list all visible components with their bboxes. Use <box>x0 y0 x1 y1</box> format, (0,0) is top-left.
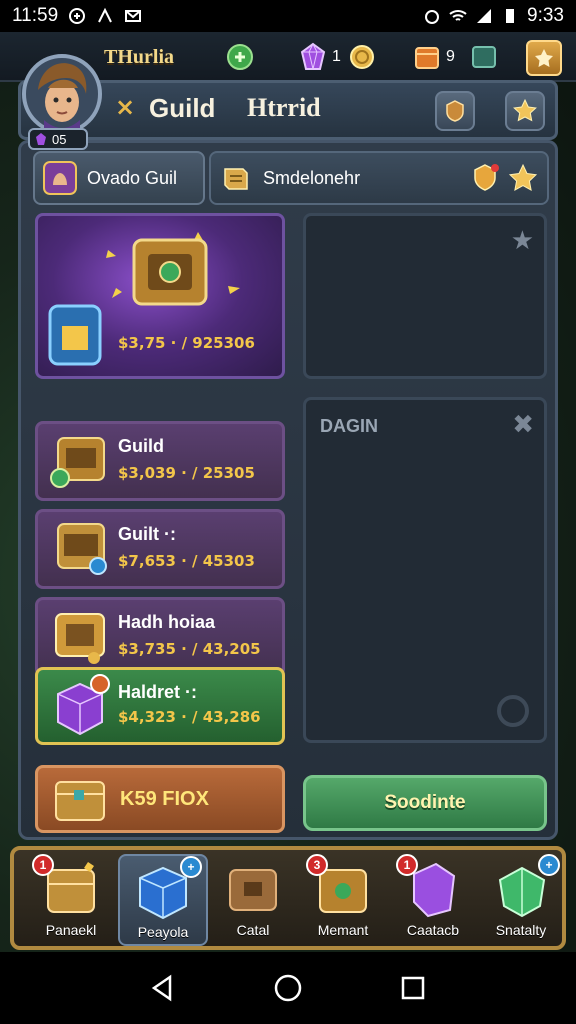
item-price: $7,653 · / 45303 <box>118 552 255 570</box>
recents-icon[interactable] <box>398 973 428 1003</box>
shop-item-card[interactable]: Hadh hoiaa $3,735 · / 43,205 <box>35 597 285 677</box>
nav-label: Memant <box>317 922 369 938</box>
favorite-star-icon[interactable] <box>507 162 539 194</box>
green-orb-icon <box>227 44 253 70</box>
shop-item-card[interactable]: Guilt ·: $7,653 · / 45303 <box>35 509 285 589</box>
slot-star-icon: ★ <box>510 226 534 256</box>
home-icon[interactable] <box>273 973 303 1003</box>
bundle-card[interactable]: K59 FIOX <box>35 765 285 833</box>
slot-lock-icon <box>497 695 529 727</box>
featured-chest-card[interactable]: $3,75 · / 925306 <box>35 213 285 379</box>
confirm-button[interactable]: Soodinte <box>303 775 547 831</box>
notification-badge: 3 <box>306 854 328 876</box>
scroll-icon <box>224 168 248 190</box>
nav-item-catal[interactable]: Catal <box>208 854 298 946</box>
guild-badge-button[interactable] <box>435 91 475 131</box>
nav-item-peayola[interactable]: Peayola + <box>118 854 208 946</box>
item-title: Guild <box>118 436 164 456</box>
nav-label: Snatalty <box>495 922 547 938</box>
shop-button[interactable] <box>526 40 562 76</box>
shop-item-card[interactable]: Guild $3,039 · / 25305 <box>35 421 285 501</box>
close-icon[interactable]: × <box>115 93 135 121</box>
level-gem-icon <box>36 133 46 145</box>
tab-smdelonehr-label: Smdelonehr <box>263 167 361 188</box>
cell-signal-icon <box>477 9 492 23</box>
notification-badge: + <box>180 856 202 878</box>
crest-icon <box>446 100 464 122</box>
star-icon <box>513 98 537 122</box>
back-icon[interactable] <box>148 973 178 1003</box>
crate-currency[interactable]: 9 <box>412 42 499 72</box>
rewards-button[interactable] <box>505 91 545 131</box>
status-clock: 9:33 <box>527 5 564 26</box>
bottom-nav: Panaekl 1 Peayola + Catal Memant 3 Caata… <box>10 846 566 950</box>
nav-item-caatacb[interactable]: Caatacb 1 <box>388 854 478 946</box>
green-currency[interactable] <box>226 42 254 72</box>
page-subtitle: Htrrid <box>247 93 321 122</box>
gold-chest-icon <box>55 613 105 664</box>
locked-slot[interactable]: DAGIN ✖ <box>303 397 547 743</box>
treasure-chest-icon <box>55 781 105 821</box>
item-price: $3,039 · / 25305 <box>118 464 255 482</box>
notification-badge: + <box>538 854 560 876</box>
player-level: 05 <box>52 131 67 147</box>
guild-emblem-icon[interactable] <box>469 162 501 194</box>
mail-icon <box>125 10 142 22</box>
gem-count: 1 <box>332 48 341 65</box>
star-shop-icon <box>535 49 553 67</box>
item-title: Haldret ·: <box>118 682 198 702</box>
bronze-chest-icon <box>229 869 277 911</box>
purple-cube-icon <box>57 674 110 736</box>
wifi-icon <box>449 10 467 21</box>
notification-badge: 1 <box>32 854 54 876</box>
guild-crest-icon <box>43 161 77 195</box>
system-nav-bar <box>0 952 576 1024</box>
featured-chest-icon <box>48 232 240 366</box>
item-price: $3,735 · / 43,205 <box>118 640 261 658</box>
tab-guild[interactable]: Ovado Guil <box>33 151 205 205</box>
battery-icon <box>506 9 515 23</box>
level-badge: 05 <box>28 128 88 150</box>
orange-crate-icon <box>415 47 439 69</box>
gold-chest-icon <box>50 437 105 488</box>
status-bar: 11:59 9:33 <box>0 0 576 32</box>
notification-icon <box>69 8 86 24</box>
player-avatar[interactable]: 05 <box>16 50 104 150</box>
nav-item-memant[interactable]: Memant 3 <box>298 854 388 946</box>
tab-smdelonehr[interactable]: Smdelonehr <box>209 151 549 205</box>
crate-count: 9 <box>446 48 455 65</box>
gold-chest-icon <box>57 523 107 575</box>
gold-coin-icon <box>349 45 374 69</box>
item-price: $4,323 · / 43,286 <box>118 708 261 726</box>
slot-label: DAGIN <box>320 416 378 436</box>
shop-item-card-selected[interactable]: Haldret ·: $4,323 · / 43,286 <box>35 667 285 745</box>
bundle-title: K59 FIOX <box>120 788 209 810</box>
tab-guild-label: Ovado Guil <box>87 167 178 188</box>
notification-badge: 1 <box>396 854 418 876</box>
nav-label: Caatacb <box>406 922 460 938</box>
purple-gem-icon <box>300 42 326 70</box>
alarm-icon <box>425 10 440 24</box>
status-time: 11:59 <box>12 5 59 26</box>
game-screen: THurlia 1 9 05 × Guild Htrrid Ovado Guil… <box>0 32 576 952</box>
empty-slot[interactable]: ★ <box>303 213 547 379</box>
nav-label: Panaekl <box>45 922 97 938</box>
gem-currency[interactable]: 1 <box>298 42 375 72</box>
teal-cube-icon <box>471 46 496 68</box>
player-name: THurlia <box>104 46 175 68</box>
nav-label: Catal <box>236 922 270 938</box>
page-title: Guild <box>149 93 216 123</box>
item-title: Hadh hoiaa <box>118 612 216 632</box>
guild-shop-panel: Ovado Guil Smdelonehr $3,75 · / 925306 G… <box>18 140 558 840</box>
signal-app-icon <box>98 7 113 23</box>
nav-label: Peayola <box>137 924 189 940</box>
nav-item-snatalty[interactable]: Snatalty + <box>476 854 566 946</box>
item-title: Guilt ·: <box>118 524 176 544</box>
nav-item-panaekl[interactable]: Panaekl 1 <box>26 854 116 946</box>
featured-price: $3,75 · / 925306 <box>118 334 255 352</box>
slot-star-icon: ✖ <box>512 410 534 440</box>
